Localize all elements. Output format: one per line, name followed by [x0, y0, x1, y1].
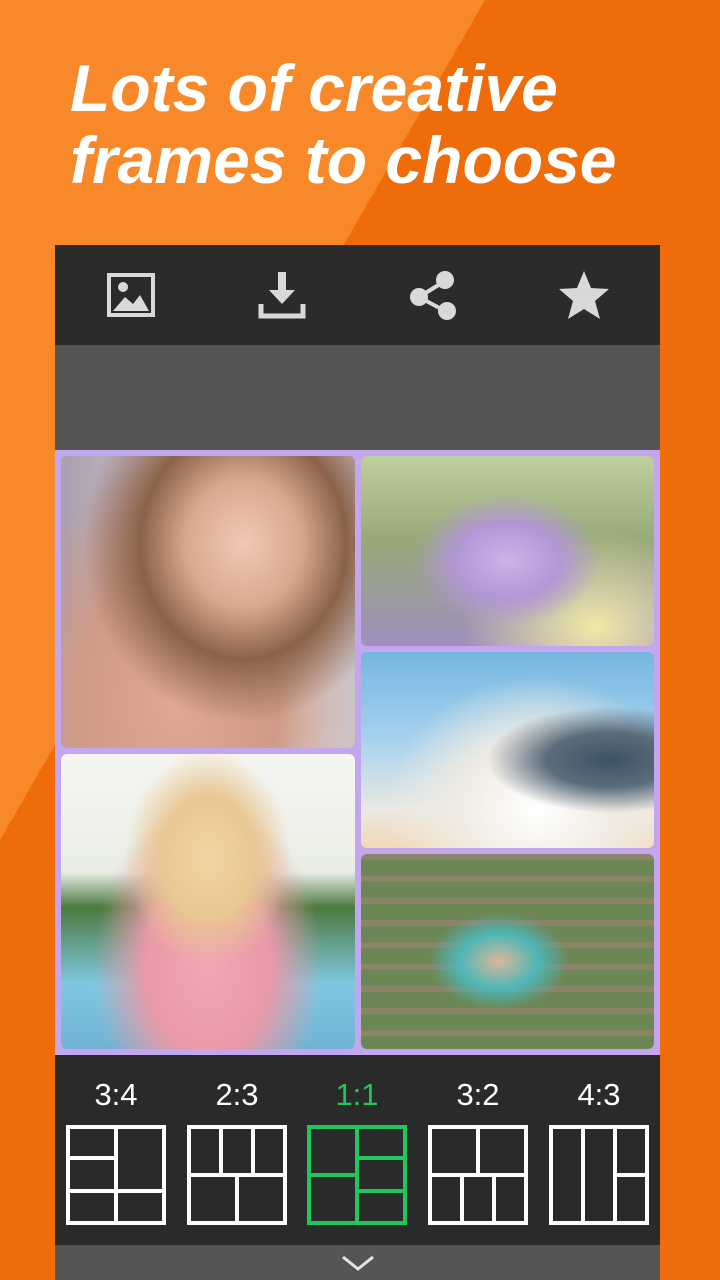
rate-button[interactable]: [544, 255, 624, 335]
ratio-option-2-3[interactable]: 2:3: [182, 1055, 292, 1245]
ratio-label: 4:3: [577, 1077, 621, 1112]
layout-frame-icon: [187, 1125, 287, 1225]
headline-line-2: frames to choose: [70, 123, 617, 197]
image-icon: [106, 273, 155, 317]
layout-frame-icon: [428, 1125, 528, 1225]
preview-spacer: [55, 345, 660, 450]
collage-photo-2[interactable]: [361, 456, 654, 646]
ratio-label: 1:1: [335, 1077, 379, 1112]
collage-photo-1[interactable]: [61, 456, 355, 748]
layout-frame-icon: [66, 1125, 166, 1225]
ratio-option-3-2[interactable]: 3:2: [423, 1055, 533, 1245]
headline-line-1: Lots of creative: [70, 51, 558, 125]
promo-headline: Lots of creative frames to choose: [70, 52, 700, 196]
share-icon: [410, 271, 457, 320]
chevron-down-icon: [341, 1255, 374, 1271]
collapse-button[interactable]: [55, 1245, 660, 1280]
ratio-option-1-1[interactable]: 1:1: [302, 1055, 412, 1245]
collage-photo-5[interactable]: [361, 854, 654, 1049]
collage-photo-3[interactable]: [361, 652, 654, 848]
collage-preview: [55, 450, 660, 1055]
ratio-label: 3:4: [94, 1077, 138, 1112]
collage-photo-4[interactable]: [61, 754, 355, 1049]
download-icon: [258, 272, 306, 319]
star-icon: [559, 271, 610, 319]
gallery-button[interactable]: [91, 255, 171, 335]
ratio-label: 3:2: [456, 1077, 500, 1112]
app-screen: 3:4 2:3 1:1 3:2 4:3: [55, 245, 660, 1280]
layout-frame-icon: [307, 1125, 407, 1225]
ratio-label: 2:3: [215, 1077, 259, 1112]
top-toolbar: [55, 245, 660, 345]
aspect-ratio-bar: 3:4 2:3 1:1 3:2 4:3: [55, 1055, 660, 1245]
ratio-option-3-4[interactable]: 3:4: [61, 1055, 171, 1245]
ratio-option-4-3[interactable]: 4:3: [544, 1055, 654, 1245]
layout-frame-icon: [549, 1125, 649, 1225]
share-button[interactable]: [393, 255, 473, 335]
save-button[interactable]: [242, 255, 322, 335]
